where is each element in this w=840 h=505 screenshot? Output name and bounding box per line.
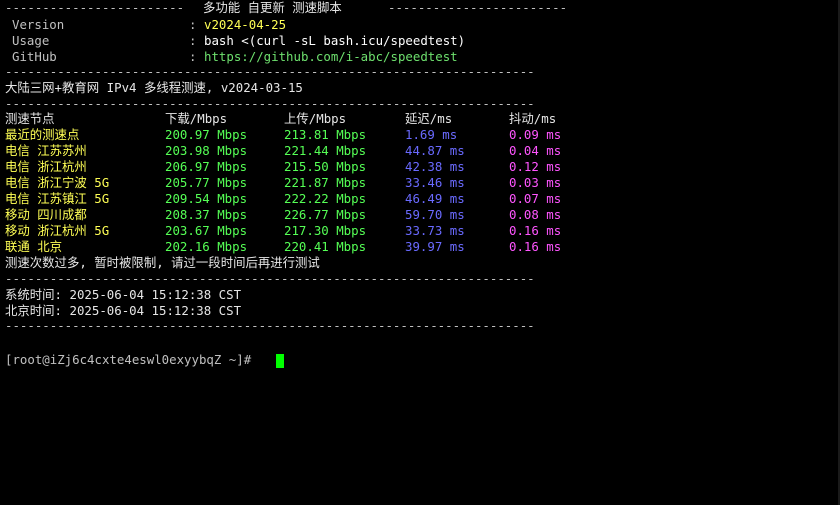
beijing-time: 北京时间: 2025-06-04 15:12:38 CST (5, 303, 242, 318)
row-latency: 42.38 ms (405, 159, 465, 174)
row-upload: 215.50 Mbps (284, 159, 367, 174)
row-jitter: 0.03 ms (509, 175, 562, 190)
row-jitter: 0.08 ms (509, 207, 562, 222)
row-download: 202.16 Mbps (165, 239, 248, 254)
row-download: 203.67 Mbps (165, 223, 248, 238)
divider: ----------------------------------------… (5, 271, 535, 286)
row-latency: 46.49 ms (405, 191, 465, 206)
row-download: 203.98 Mbps (165, 143, 248, 158)
row-latency: 44.87 ms (405, 143, 465, 158)
table-header: 测速节点 下载/Mbps 上传/Mbps 延迟/ms 抖动/ms (5, 111, 556, 127)
shell-prompt: [root@iZj6c4cxte4eswl0exyybqZ ~]# (5, 352, 252, 367)
row-upload: 222.22 Mbps (284, 191, 367, 206)
row-node: 联通 北京 (5, 239, 63, 254)
row-latency: 59.70 ms (405, 207, 465, 222)
row-upload: 213.81 Mbps (284, 127, 367, 142)
divider: ----------------------------------------… (5, 64, 535, 79)
info-colon: : (189, 49, 197, 64)
column-header-jitter: 抖动/ms (509, 111, 557, 126)
row-node: 移动 四川成都 (5, 207, 87, 222)
info-version: Version : v2024-04-25 (5, 17, 286, 33)
row-upload: 217.30 Mbps (284, 223, 367, 238)
row-jitter: 0.16 ms (509, 239, 562, 254)
row-upload: 221.87 Mbps (284, 175, 367, 190)
table-row: 最近的测速点 200.97 Mbps 213.81 Mbps 1.69 ms 0… (5, 127, 561, 143)
info-label: Usage (12, 33, 50, 48)
header-line: ------------------------ 多功能 自更新 测速脚本 --… (5, 0, 567, 16)
row-jitter: 0.16 ms (509, 223, 562, 238)
row-jitter: 0.12 ms (509, 159, 562, 174)
row-node: 电信 浙江杭州 (5, 159, 87, 174)
row-download: 208.37 Mbps (165, 207, 248, 222)
info-value: https://github.com/i-abc/speedtest (204, 49, 458, 64)
column-header-download: 下载/Mbps (165, 111, 228, 126)
table-row: 移动 浙江杭州 5G 203.67 Mbps 217.30 Mbps 33.73… (5, 223, 561, 239)
row-node: 电信 江苏苏州 (5, 143, 87, 158)
row-upload: 226.77 Mbps (284, 207, 367, 222)
info-colon: : (189, 17, 197, 32)
table-row: 移动 四川成都 208.37 Mbps 226.77 Mbps 59.70 ms… (5, 207, 561, 223)
info-value: v2024-04-25 (204, 17, 287, 32)
info-usage: Usage : bash <(curl -sL bash.icu/speedte… (5, 33, 465, 49)
header-separator-left: ------------------------ (5, 0, 185, 15)
row-jitter: 0.07 ms (509, 191, 562, 206)
info-label: GitHub (12, 49, 57, 64)
row-download: 200.97 Mbps (165, 127, 248, 142)
row-node: 电信 浙江宁波 5G (5, 175, 110, 190)
header-title: 多功能 自更新 测速脚本 (203, 0, 342, 15)
row-jitter: 0.04 ms (509, 143, 562, 158)
row-latency: 33.73 ms (405, 223, 465, 238)
row-download: 205.77 Mbps (165, 175, 248, 190)
mode-line: 大陆三网+教育网 IPv4 多线程测速, v2024-03-15 (5, 80, 303, 95)
row-latency: 1.69 ms (405, 127, 458, 142)
row-latency: 33.46 ms (405, 175, 465, 190)
row-latency: 39.97 ms (405, 239, 465, 254)
table-row: 电信 江苏镇江 5G 209.54 Mbps 222.22 Mbps 46.49… (5, 191, 561, 207)
table-row: 联通 北京 202.16 Mbps 220.41 Mbps 39.97 ms 0… (5, 239, 561, 255)
notice-line: 测速次数过多, 暂时被限制, 请过一段时间后再进行测试 (5, 255, 320, 270)
info-colon: : (189, 33, 197, 48)
system-time: 系统时间: 2025-06-04 15:12:38 CST (5, 287, 242, 302)
info-github: GitHub : https://github.com/i-abc/speedt… (5, 49, 458, 65)
row-node: 电信 江苏镇江 5G (5, 191, 110, 206)
column-header-upload: 上传/Mbps (284, 111, 347, 126)
row-upload: 220.41 Mbps (284, 239, 367, 254)
divider: ----------------------------------------… (5, 318, 535, 333)
column-header-node: 测速节点 (5, 111, 55, 126)
row-jitter: 0.09 ms (509, 127, 562, 142)
header-separator-right: ------------------------ (388, 0, 568, 15)
row-download: 209.54 Mbps (165, 191, 248, 206)
table-row: 电信 江苏苏州 203.98 Mbps 221.44 Mbps 44.87 ms… (5, 143, 561, 159)
table-row: 电信 浙江杭州 206.97 Mbps 215.50 Mbps 42.38 ms… (5, 159, 561, 175)
divider: ----------------------------------------… (5, 96, 535, 111)
column-header-latency: 延迟/ms (405, 111, 453, 126)
table-row: 电信 浙江宁波 5G 205.77 Mbps 221.87 Mbps 33.46… (5, 175, 561, 191)
info-value: bash <(curl -sL bash.icu/speedtest) (204, 33, 466, 48)
row-upload: 221.44 Mbps (284, 143, 367, 158)
row-node: 最近的测速点 (5, 127, 80, 142)
text-cursor[interactable] (276, 354, 284, 368)
row-download: 206.97 Mbps (165, 159, 248, 174)
info-label: Version (12, 17, 65, 32)
row-node: 移动 浙江杭州 5G (5, 223, 110, 238)
